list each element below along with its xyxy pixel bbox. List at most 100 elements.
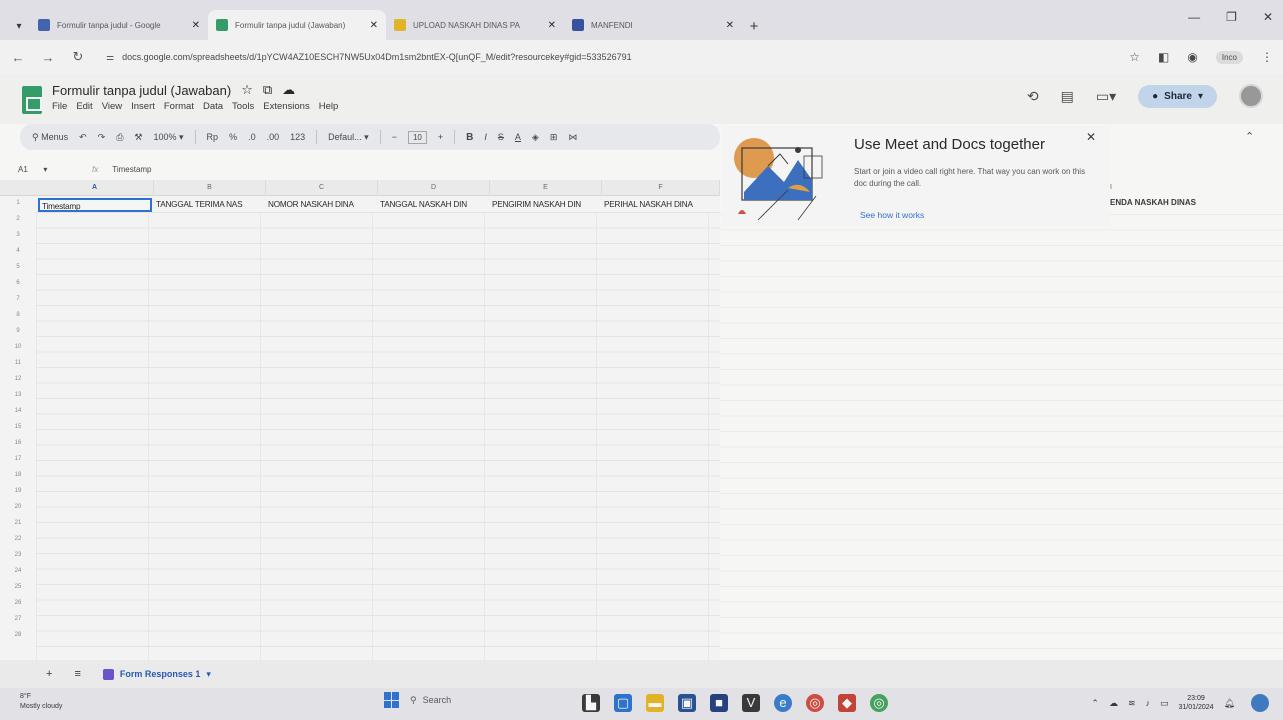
onedrive-icon[interactable]: ☁ [1109,698,1118,709]
merge-cells-icon[interactable]: ⋈ [568,132,577,143]
percent-button[interactable]: % [229,132,237,142]
font-size-decrease-button[interactable]: − [392,132,397,142]
chrome-profile-icon[interactable]: ◎ [870,694,888,712]
row-number[interactable]: 23 [0,552,36,558]
increase-decimal-button[interactable]: .00 [267,132,280,142]
row-number[interactable]: 22 [0,536,36,542]
row-number[interactable]: 6 [0,280,36,286]
file-explorer-icon[interactable]: ▬ [646,694,664,712]
paint-format-icon[interactable]: ⚒ [134,132,142,143]
row-number[interactable]: 15 [0,424,36,430]
row-number[interactable]: 2 [0,216,36,222]
new-tab-button[interactable]: + [742,12,766,40]
close-window-icon[interactable]: ✕ [1263,10,1273,24]
row-number[interactable]: 9 [0,328,36,334]
borders-icon[interactable]: ⊞ [550,132,558,143]
profile-icon[interactable]: ◉ [1187,50,1197,64]
name-box[interactable]: A1 ▾ [18,165,78,174]
cell-e1[interactable]: PENGIRIM NASKAH DIN [492,198,604,212]
row-number[interactable]: 20 [0,504,36,510]
row-number[interactable]: 12 [0,376,36,382]
clock[interactable]: 23:09 31/01/2024 [1179,694,1214,712]
font-size-input[interactable]: 10 [407,130,427,144]
row-number[interactable]: 26 [0,600,36,606]
cell-i1[interactable]: ENDA NASKAH DINAS [1110,198,1270,207]
chat-icon[interactable]: ▢ [614,694,632,712]
fill-color-icon[interactable]: ◈ [532,132,539,143]
menu-extensions[interactable]: Extensions [263,101,309,112]
browser-menu-icon[interactable]: ⋮ [1261,50,1273,64]
close-popup-icon[interactable]: ✕ [1086,130,1096,144]
sidepanel-icon[interactable]: ◧ [1158,50,1169,64]
share-dropdown-icon[interactable]: ▾ [1198,91,1203,102]
taskbar-search[interactable]: ⚲ Search [410,695,550,706]
comments-icon[interactable]: ▤ [1061,88,1074,105]
row-number[interactable]: 17 [0,456,36,462]
chrome-icon[interactable]: ◎ [806,694,824,712]
row-number[interactable]: 24 [0,568,36,574]
volume-icon[interactable]: ♪ [1146,698,1151,708]
copilot-icon[interactable] [1251,694,1269,712]
close-tab-icon[interactable]: ✕ [370,20,378,31]
forward-icon[interactable]: → [40,50,56,65]
row-number[interactable]: 4 [0,248,36,254]
currency-button[interactable]: Rp [207,132,219,142]
font-size-increase-button[interactable]: + [438,132,443,142]
browser-tab-1[interactable]: Formulir tanpa judul - Google ✕ [30,10,208,40]
row-number[interactable]: 16 [0,440,36,446]
sheet-tab-dropdown-icon[interactable]: ▾ [206,669,211,680]
collapse-toolbar-chevron-icon[interactable]: ⌃ [1245,130,1254,143]
row-number[interactable]: 18 [0,472,36,478]
close-tab-icon[interactable]: ✕ [548,20,556,31]
browser-tab-2[interactable]: Formulir tanpa judul (Jawaban) ✕ [208,10,386,40]
browser-tab-3[interactable]: UPLOAD NASKAH DINAS PA ✕ [386,10,564,40]
mail-icon[interactable]: ■ [710,694,728,712]
menu-file[interactable]: File [52,101,67,112]
row-number[interactable]: 13 [0,392,36,398]
weather-widget[interactable]: 8°F Mostly cloudy [20,692,62,712]
row-number[interactable]: 19 [0,488,36,494]
column-header-e[interactable]: E [490,180,602,196]
cell-a1[interactable]: Timestamp [38,198,152,212]
column-header-b[interactable]: B [154,180,266,196]
row-number[interactable]: 7 [0,296,36,302]
cell-b1[interactable]: TANGGAL TERIMA NAS [156,198,268,212]
profile-label[interactable]: Inco [1215,50,1243,64]
avatar[interactable] [1239,84,1263,108]
row-number[interactable]: 14 [0,408,36,414]
menu-tools[interactable]: Tools [232,101,254,112]
sheets-logo-icon[interactable] [22,86,42,114]
italic-button[interactable]: I [484,132,487,142]
version-history-icon[interactable]: ⟲ [1027,88,1039,105]
all-sheets-icon[interactable]: ≡ [74,668,80,680]
edge-icon[interactable]: e [774,694,792,712]
column-header-f[interactable]: F [602,180,720,196]
menu-help[interactable]: Help [319,101,339,112]
reload-icon[interactable]: ↻ [70,49,86,65]
site-info-icon[interactable]: ⚌ [106,52,114,63]
print-icon[interactable]: ⎙ [116,132,123,143]
office-icon[interactable]: ◆ [838,694,856,712]
decrease-decimal-button[interactable]: .0 [248,132,256,142]
cell-d1[interactable]: TANGGAL NASKAH DIN [380,198,492,212]
doc-title[interactable]: Formulir tanpa judul (Jawaban) [52,83,231,98]
notification-bell-icon[interactable]: 🔔︎ [1224,698,1235,709]
battery-icon[interactable]: ▭ [1160,698,1169,709]
sheet-tab-form-responses[interactable]: Form Responses 1 ▾ [102,668,211,680]
text-color-button[interactable]: A [515,132,521,142]
font-select[interactable]: Defaul... ▾ [328,132,369,143]
close-tab-icon[interactable]: ✕ [726,20,734,31]
bookmark-star-icon[interactable]: ☆ [1129,50,1140,64]
menu-data[interactable]: Data [203,101,223,112]
row-number[interactable]: 8 [0,312,36,318]
cell-c1[interactable]: NOMOR NASKAH DINA [268,198,380,212]
strikethrough-button[interactable]: S [498,132,504,142]
minimize-icon[interactable]: — [1188,10,1200,24]
close-tab-icon[interactable]: ✕ [192,20,200,31]
search-menus[interactable]: ⚲ Menus [32,132,68,143]
tab-search-chevron-icon[interactable]: ▾ [8,12,30,40]
undo-icon[interactable]: ↶ [79,132,87,143]
store-icon[interactable]: ▣ [678,694,696,712]
zoom-select[interactable]: 100% ▾ [153,132,183,143]
menu-view[interactable]: View [102,101,122,112]
